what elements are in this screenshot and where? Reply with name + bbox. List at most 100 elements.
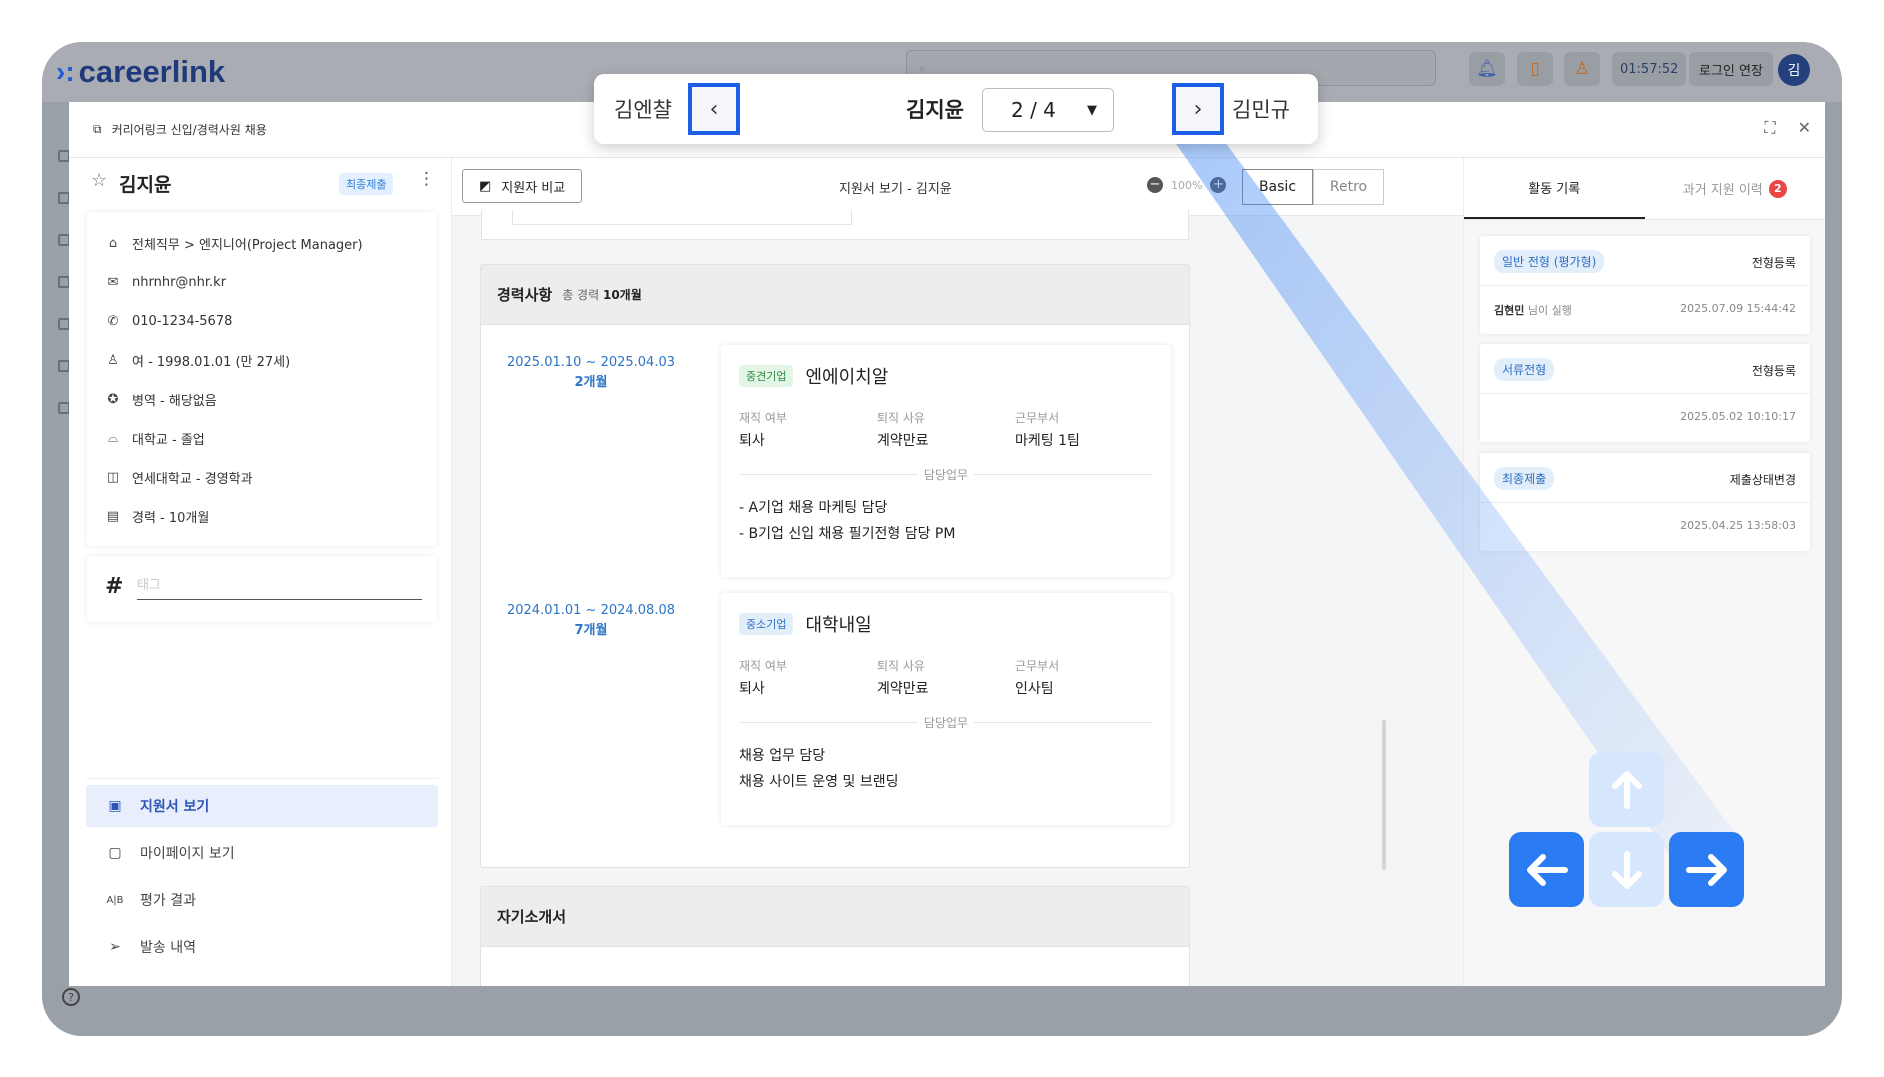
duty-line: 채용 사이트 운영 및 브랜딩 <box>739 774 899 790</box>
view-basic-button[interactable]: Basic <box>1242 169 1313 205</box>
expand-icon[interactable]: ⛶ <box>1764 118 1775 138</box>
company-name: 엔에이치알 <box>805 367 889 388</box>
prev-candidate-name[interactable]: 김엔챨 <box>614 94 672 124</box>
duty-line: 채용 업무 담당 <box>739 748 826 764</box>
nav-label: 평가 결과 <box>140 893 196 909</box>
book-icon: ◫ <box>106 470 120 485</box>
ab-test-icon: A|B <box>106 894 124 906</box>
job-card: 중소기업 대학내일 재직 여부 퇴사 퇴직 사유 계약만료 근무부서 인사팀 담당업무… <box>721 593 1171 825</box>
nav-item-mypage[interactable]: ▢ 마이페이지 보기 <box>86 832 438 874</box>
previous-section-bottom <box>481 210 1189 240</box>
info-text: 연세대학교 - 경영학과 <box>132 472 253 487</box>
tab-activity-log[interactable]: 활동 기록 <box>1464 158 1645 219</box>
view-title: 지원서 보기 - 김지윤 <box>839 182 952 197</box>
login-extend-button[interactable]: 로그인 연장 <box>1689 52 1773 86</box>
arrow-up-icon <box>1611 770 1642 809</box>
modal-title: ⧉ 커리어링크 신입/경력사원 채용 <box>93 121 267 138</box>
graduation-cap-icon: ⌓ <box>107 431 119 446</box>
tag-icon: ⌂ <box>108 236 118 251</box>
candidate-header: ☆ 김지윤 최종제출 ⋮ <box>69 158 451 208</box>
chevron-right-icon: › <box>1193 96 1203 122</box>
help-icon[interactable]: ? <box>62 988 80 1006</box>
self-intro-section: 자기소개서 <box>480 886 1190 986</box>
candidate-navigator: 김엔챨 ‹ 김지윤 2 / 4 ▼ › 김민규 <box>594 74 1318 144</box>
briefcase-icon: ▤ <box>106 509 120 524</box>
info-row: ♙ 여 - 1998.01.01 (만 27세) <box>105 341 419 380</box>
info-row: ✉ nhrnhr@nhr.kr <box>105 263 419 302</box>
activity-stage-badge: 서류전형 <box>1494 358 1555 381</box>
arrow-down-key <box>1589 832 1664 907</box>
duty-line: - B기업 신입 채용 필기전형 담당 PM <box>739 526 956 542</box>
leave-reason: 계약만료 <box>877 433 929 449</box>
info-text: 병역 - 해당없음 <box>132 394 217 409</box>
tag-input[interactable] <box>137 578 422 600</box>
send-icon: ➢ <box>109 939 121 955</box>
more-menu-icon[interactable]: ⋮ <box>418 169 435 189</box>
arrow-left-key <box>1509 832 1584 907</box>
compare-button[interactable]: ◩ 지원자 비교 <box>462 169 583 203</box>
clipboard-icon: ▢ <box>108 845 122 861</box>
info-text: 대학교 - 졸업 <box>132 433 205 448</box>
info-text: 여 - 1998.01.01 (만 27세) <box>132 355 291 370</box>
position-value: 2 / 4 <box>1011 98 1056 122</box>
candidate-name: 김지윤 <box>119 174 172 196</box>
nav-label: 마이페이지 보기 <box>140 846 235 862</box>
view-retro-button[interactable]: Retro <box>1313 169 1384 205</box>
duty-line: - A기업 채용 마케팅 담당 <box>739 500 888 516</box>
tag-card: # <box>87 556 437 622</box>
department: 인사팀 <box>1015 681 1054 697</box>
current-candidate-name: 김지윤 <box>906 98 964 122</box>
external-link-icon[interactable]: ⧉ <box>93 122 102 137</box>
self-intro-header: 자기소개서 <box>481 887 1189 947</box>
chevron-left-icon: ‹ <box>709 96 719 122</box>
company-type-badge: 중소기업 <box>739 613 794 635</box>
activity-card: 서류전형 전형등록 2025.05.02 10:10:17 <box>1480 344 1810 442</box>
tab-past-applications[interactable]: 과거 지원 이력 2 <box>1645 158 1826 219</box>
next-candidate-name[interactable]: 김민규 <box>1232 94 1290 124</box>
job-card: 중견기업 엔에이치알 재직 여부 퇴사 퇴직 사유 계약만료 근무부서 마케팅 1팀 … <box>721 345 1171 577</box>
company-name: 대학내일 <box>805 615 872 636</box>
activity-stage-badge: 일반 전형 (평가형) <box>1494 250 1605 273</box>
star-icon[interactable]: ☆ <box>91 170 107 191</box>
activity-time: 2025.04.25 13:58:03 <box>1680 519 1796 532</box>
duty-divider: 담당업무 <box>739 466 1153 483</box>
nav-item-evaluation[interactable]: A|B 평가 결과 <box>86 879 438 921</box>
career-title: 경력사항 <box>497 286 553 304</box>
info-row: ✆ 010-1234-5678 <box>105 302 419 341</box>
duty-divider: 담당업무 <box>739 714 1153 731</box>
user-avatar[interactable]: 김 <box>1778 54 1810 86</box>
candidate-nav: ▣ 지원서 보기 ▢ 마이페이지 보기 A|B 평가 결과 ➢ 발송 내역 <box>86 778 438 973</box>
compare-label: 지원자 비교 <box>501 180 566 196</box>
scrollbar[interactable] <box>1382 720 1386 870</box>
bookmark-icon[interactable]: ▯ <box>1517 52 1553 86</box>
next-candidate-button[interactable]: › <box>1172 83 1224 135</box>
activity-card: 일반 전형 (평가형) 전형등록 김현민 님이 실행 2025.07.09 15… <box>1480 236 1810 334</box>
nav-item-application[interactable]: ▣ 지원서 보기 <box>86 785 438 827</box>
side-rail <box>42 102 70 1036</box>
medal-icon: ✪ <box>107 392 119 407</box>
brand-logo[interactable]: ›: careerlink <box>56 54 225 90</box>
prev-candidate-button[interactable]: ‹ <box>688 83 740 135</box>
hash-icon: # <box>105 574 124 599</box>
candidate-position-select[interactable]: 2 / 4 ▼ <box>982 88 1114 132</box>
activity-title: 전형등록 <box>1751 364 1796 378</box>
info-row: ⌓ 대학교 - 졸업 <box>105 419 419 458</box>
user-switch-icon[interactable]: ♙ <box>1564 52 1600 86</box>
nav-label: 발송 내역 <box>140 940 196 956</box>
zoom-in-icon[interactable]: + <box>1210 177 1227 193</box>
zoom-out-icon[interactable]: − <box>1147 177 1163 193</box>
session-timer: 01:57:52 <box>1612 52 1687 86</box>
nav-item-sent[interactable]: ➢ 발송 내역 <box>86 926 438 968</box>
activity-actor: 김현민 님이 실행 <box>1494 304 1572 317</box>
arrow-left-icon <box>1526 853 1568 886</box>
application-toolbar: ◩ 지원자 비교 지원서 보기 - 김지윤 − 100% + Basic Ret… <box>452 158 1463 216</box>
nav-label: 지원서 보기 <box>140 799 210 815</box>
info-text: 경력 - 10개월 <box>132 511 210 526</box>
application-view: ◩ 지원자 비교 지원서 보기 - 김지윤 − 100% + Basic Ret… <box>452 158 1463 986</box>
close-icon[interactable]: ✕ <box>1798 118 1811 138</box>
self-intro-title: 자기소개서 <box>497 908 567 926</box>
info-row: ✪ 병역 - 해당없음 <box>105 380 419 419</box>
bell-icon[interactable]: 🔔︎ <box>1469 52 1505 86</box>
arrow-up-key <box>1589 752 1664 827</box>
arrow-right-key <box>1669 832 1744 907</box>
